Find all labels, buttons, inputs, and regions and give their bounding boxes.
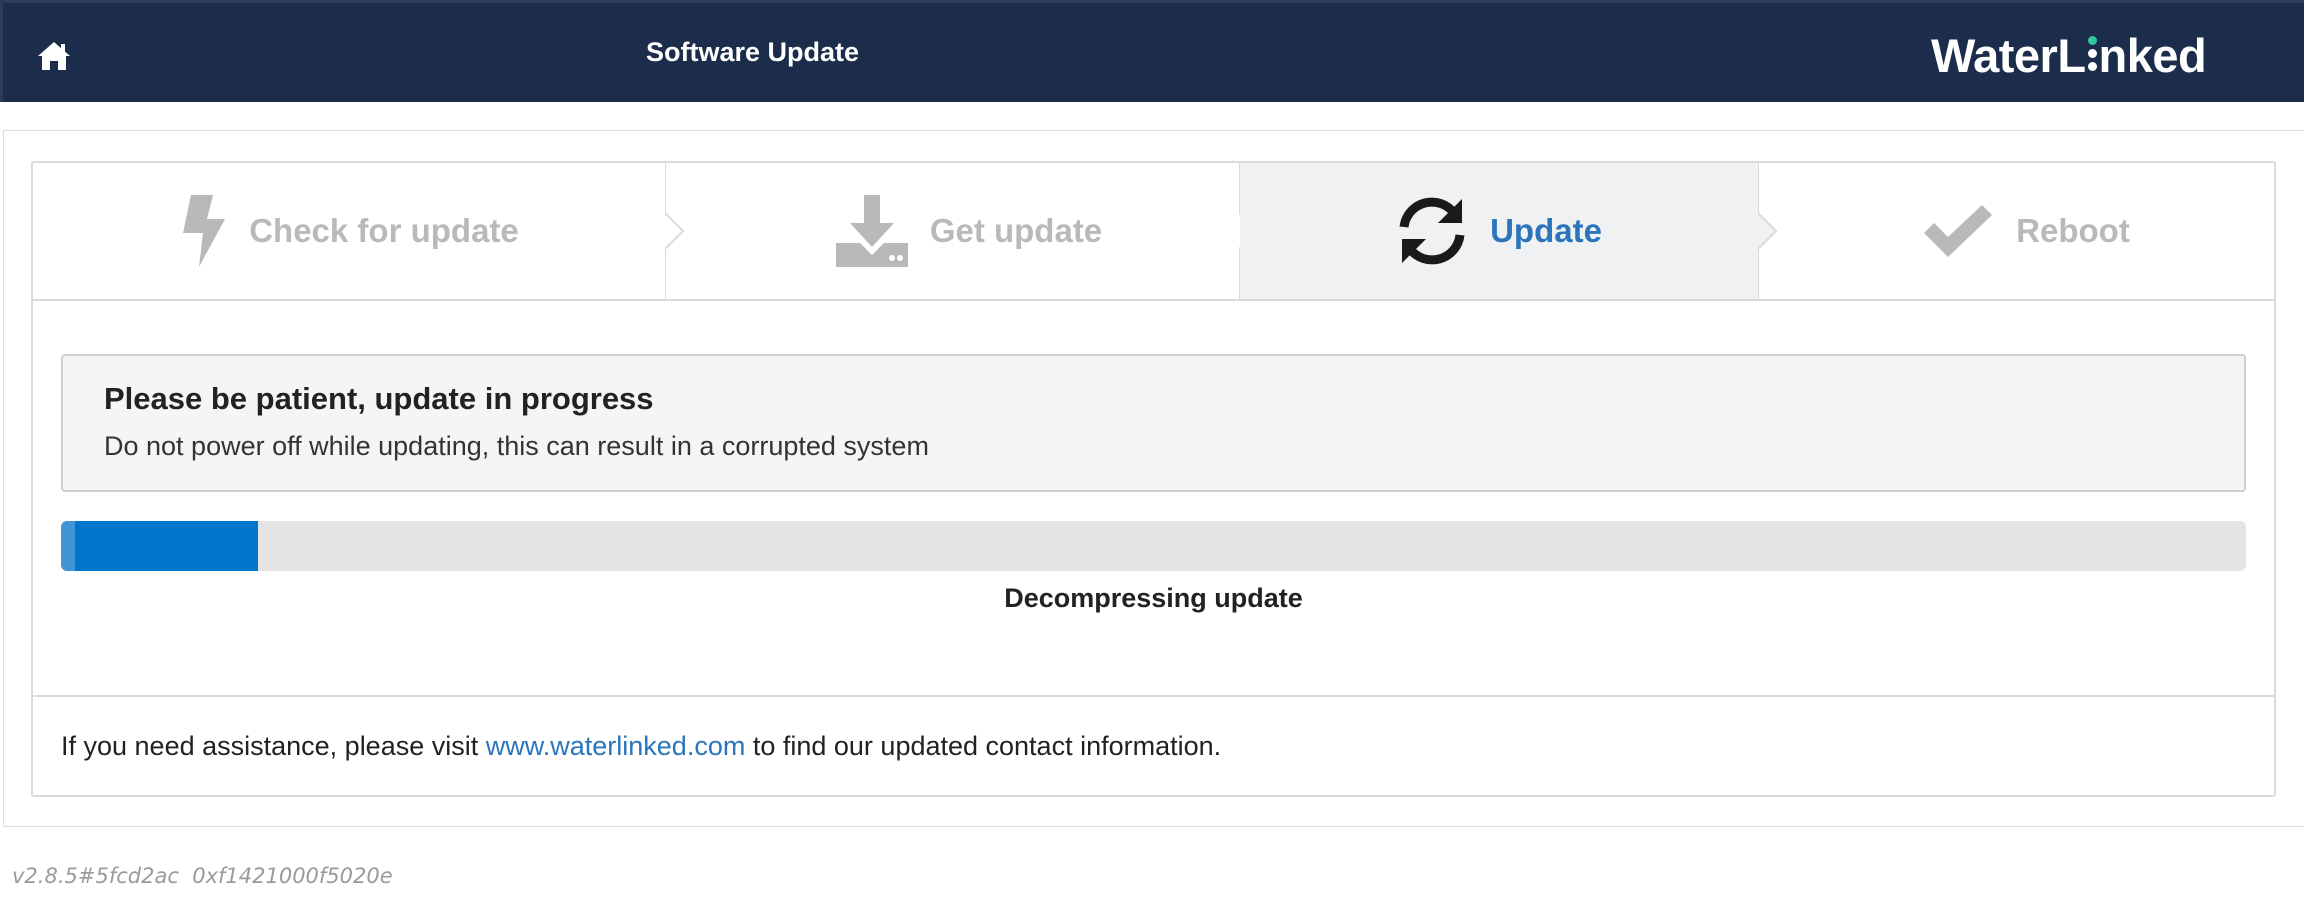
logo-dots-icon (2086, 35, 2099, 72)
home-button[interactable] (37, 40, 71, 72)
download-icon (835, 195, 908, 267)
step-label: Get update (929, 212, 1103, 249)
home-icon (38, 42, 70, 70)
step-reboot: Reboot (1778, 163, 2274, 299)
top-bar: Software Update WaterL nked (0, 0, 2304, 102)
alert-message: Do not power off while updating, this ca… (104, 431, 929, 461)
update-progress-bar (61, 521, 2246, 571)
progress-status: Decompressing update (1004, 583, 1303, 613)
logo-text-start: WaterL (1931, 28, 2086, 82)
refresh-icon (1399, 197, 1465, 265)
update-warning-alert: Please be patient, update in progress Do… (61, 354, 2246, 492)
step-label: Update (1490, 212, 1602, 249)
step-check-for-update: Check for update (33, 163, 665, 299)
step-get-update: Get update (667, 163, 1271, 299)
progress-fill (61, 521, 258, 571)
alert-title: Please be patient, update in progress (104, 381, 654, 416)
update-card: Check for update Get update Update Reboo… (31, 161, 2276, 797)
update-steps: Check for update Get update Update Reboo… (33, 163, 2274, 301)
step-separator (1758, 163, 1778, 299)
assistance-prefix: If you need assistance, please visit (61, 731, 486, 761)
waterlinked-logo[interactable]: WaterL nked (1931, 27, 2207, 83)
version-info: v2.8.5#5fcd2ac 0xf1421000f5020e (12, 864, 393, 888)
divider (33, 695, 2274, 697)
waterlinked-link[interactable]: www.waterlinked.com (486, 731, 746, 761)
lightning-icon (183, 195, 226, 267)
step-update: Update (1240, 163, 1758, 299)
check-icon (1924, 205, 1993, 257)
assistance-text: If you need assistance, please visit www… (61, 731, 1221, 762)
assistance-suffix: to find our updated contact information. (745, 731, 1222, 761)
page-title: Software Update (646, 37, 860, 67)
step-label: Check for update (249, 212, 519, 249)
logo-text-end: nked (2098, 28, 2207, 82)
step-label: Reboot (2016, 212, 2130, 249)
